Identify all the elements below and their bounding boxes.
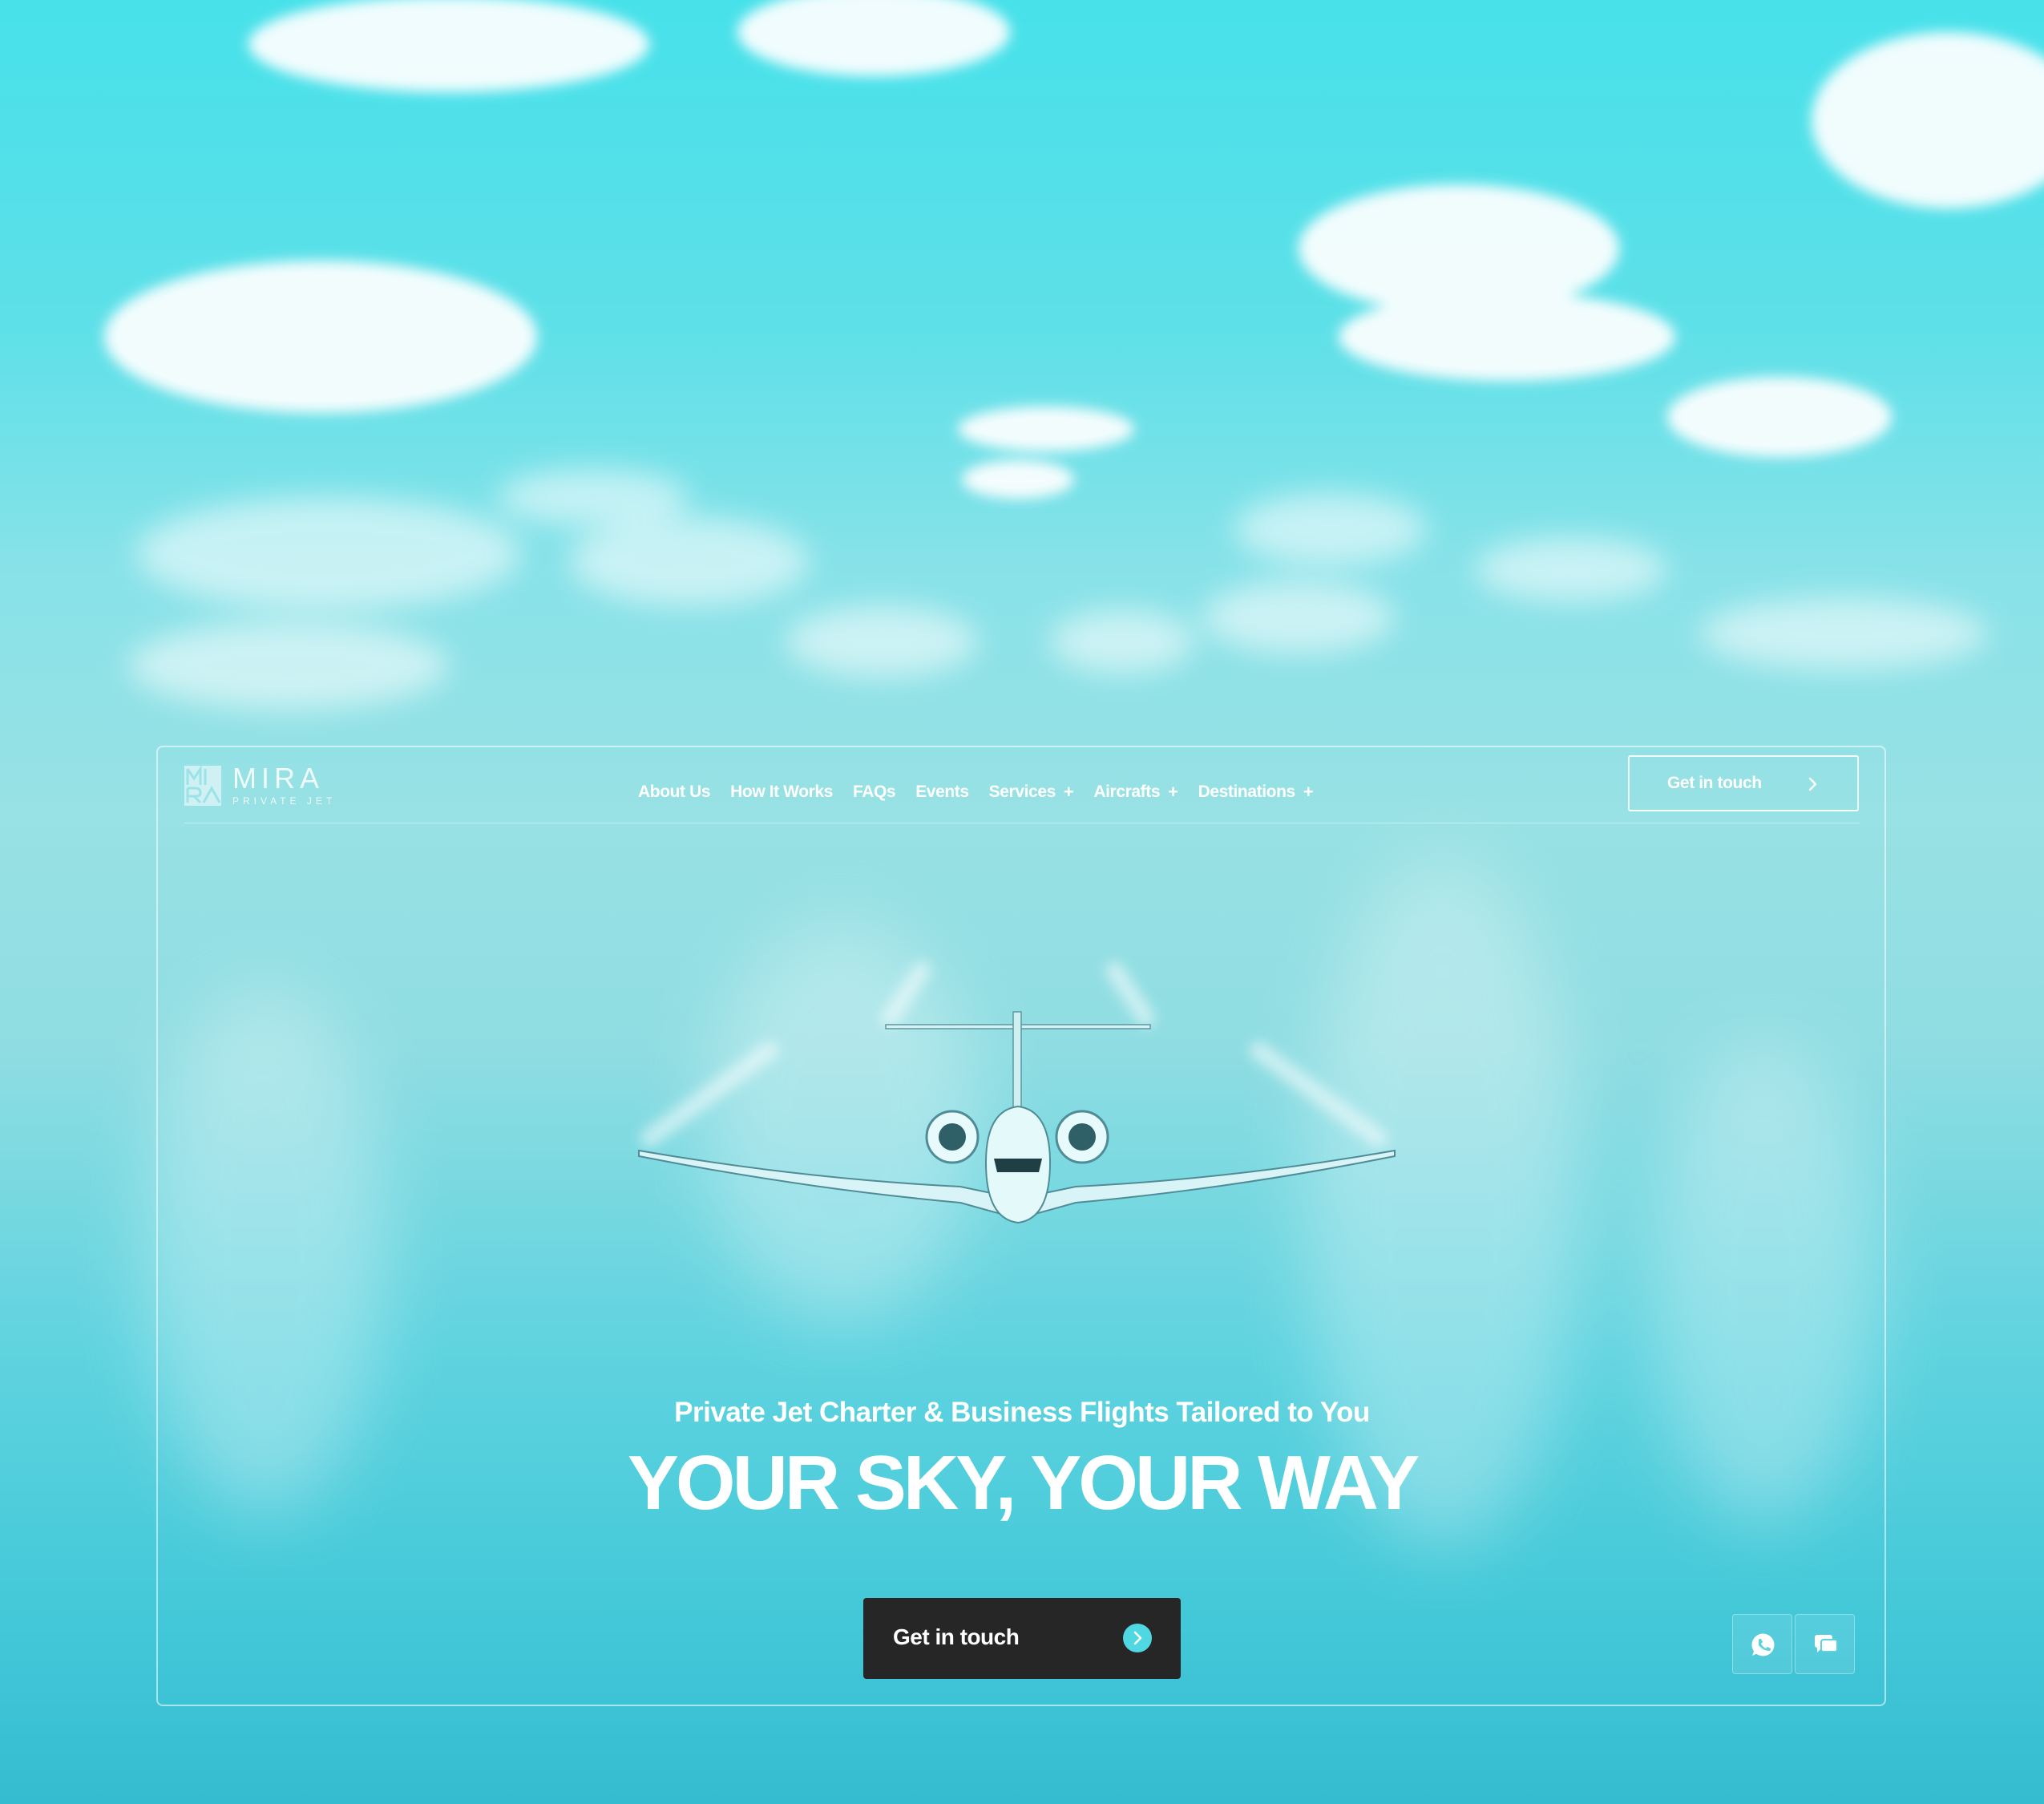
nav-item-events[interactable]: Events: [915, 783, 969, 802]
brand-tagline: PRIVATE JET: [232, 795, 337, 807]
main-nav: About Us How It Works FAQs Events Servic…: [638, 778, 1314, 807]
chevron-right-icon: [1808, 777, 1817, 791]
hero-subtitle: Private Jet Charter & Business Flights T…: [674, 1397, 1370, 1428]
nav-item-label: FAQs: [852, 783, 896, 801]
chevron-right-icon: [1123, 1624, 1152, 1652]
nav-item-label: About Us: [638, 783, 711, 801]
get-in-touch-hero-label: Get in touch: [893, 1624, 1020, 1649]
brand-name: MIRA: [232, 762, 324, 795]
nav-item-aircrafts[interactable]: Aircrafts +: [1093, 782, 1178, 803]
whatsapp-icon: [1751, 1633, 1775, 1656]
get-in-touch-nav-button[interactable]: Get in touch: [1628, 755, 1859, 811]
chat-button[interactable]: [1795, 1614, 1855, 1674]
whatsapp-button[interactable]: [1732, 1614, 1792, 1674]
nav-item-label: Aircrafts: [1093, 783, 1161, 801]
hero-title: YOUR SKY, YOUR WAY: [627, 1440, 1420, 1526]
nav-item-label: Destinations: [1198, 783, 1296, 801]
plus-icon: +: [1168, 782, 1178, 802]
nav-item-faqs[interactable]: FAQs: [852, 783, 896, 802]
logo-mark-icon: [184, 766, 221, 806]
get-in-touch-nav-label: Get in touch: [1667, 774, 1762, 792]
get-in-touch-hero-button[interactable]: Get in touch: [863, 1598, 1181, 1679]
hero-page: MIRA PRIVATE JET About Us How It Works F…: [0, 0, 2044, 1804]
top-navbar: MIRA PRIVATE JET About Us How It Works F…: [184, 754, 1860, 823]
nav-item-how-it-works[interactable]: How It Works: [730, 783, 833, 802]
nav-item-about-us[interactable]: About Us: [638, 783, 711, 802]
nav-item-destinations[interactable]: Destinations +: [1198, 782, 1314, 803]
hero-frame: [156, 746, 1886, 1706]
nav-item-services[interactable]: Services +: [989, 782, 1074, 803]
brand-logo[interactable]: MIRA PRIVATE JET: [184, 763, 345, 808]
chat-icon: [1815, 1635, 1838, 1652]
nav-item-label: Services: [988, 783, 1056, 801]
plus-icon: +: [1063, 782, 1074, 802]
nav-item-label: How It Works: [730, 783, 833, 801]
logo-text: MIRA PRIVATE JET: [232, 764, 336, 807]
plus-icon: +: [1303, 782, 1314, 802]
nav-item-label: Events: [915, 783, 969, 801]
